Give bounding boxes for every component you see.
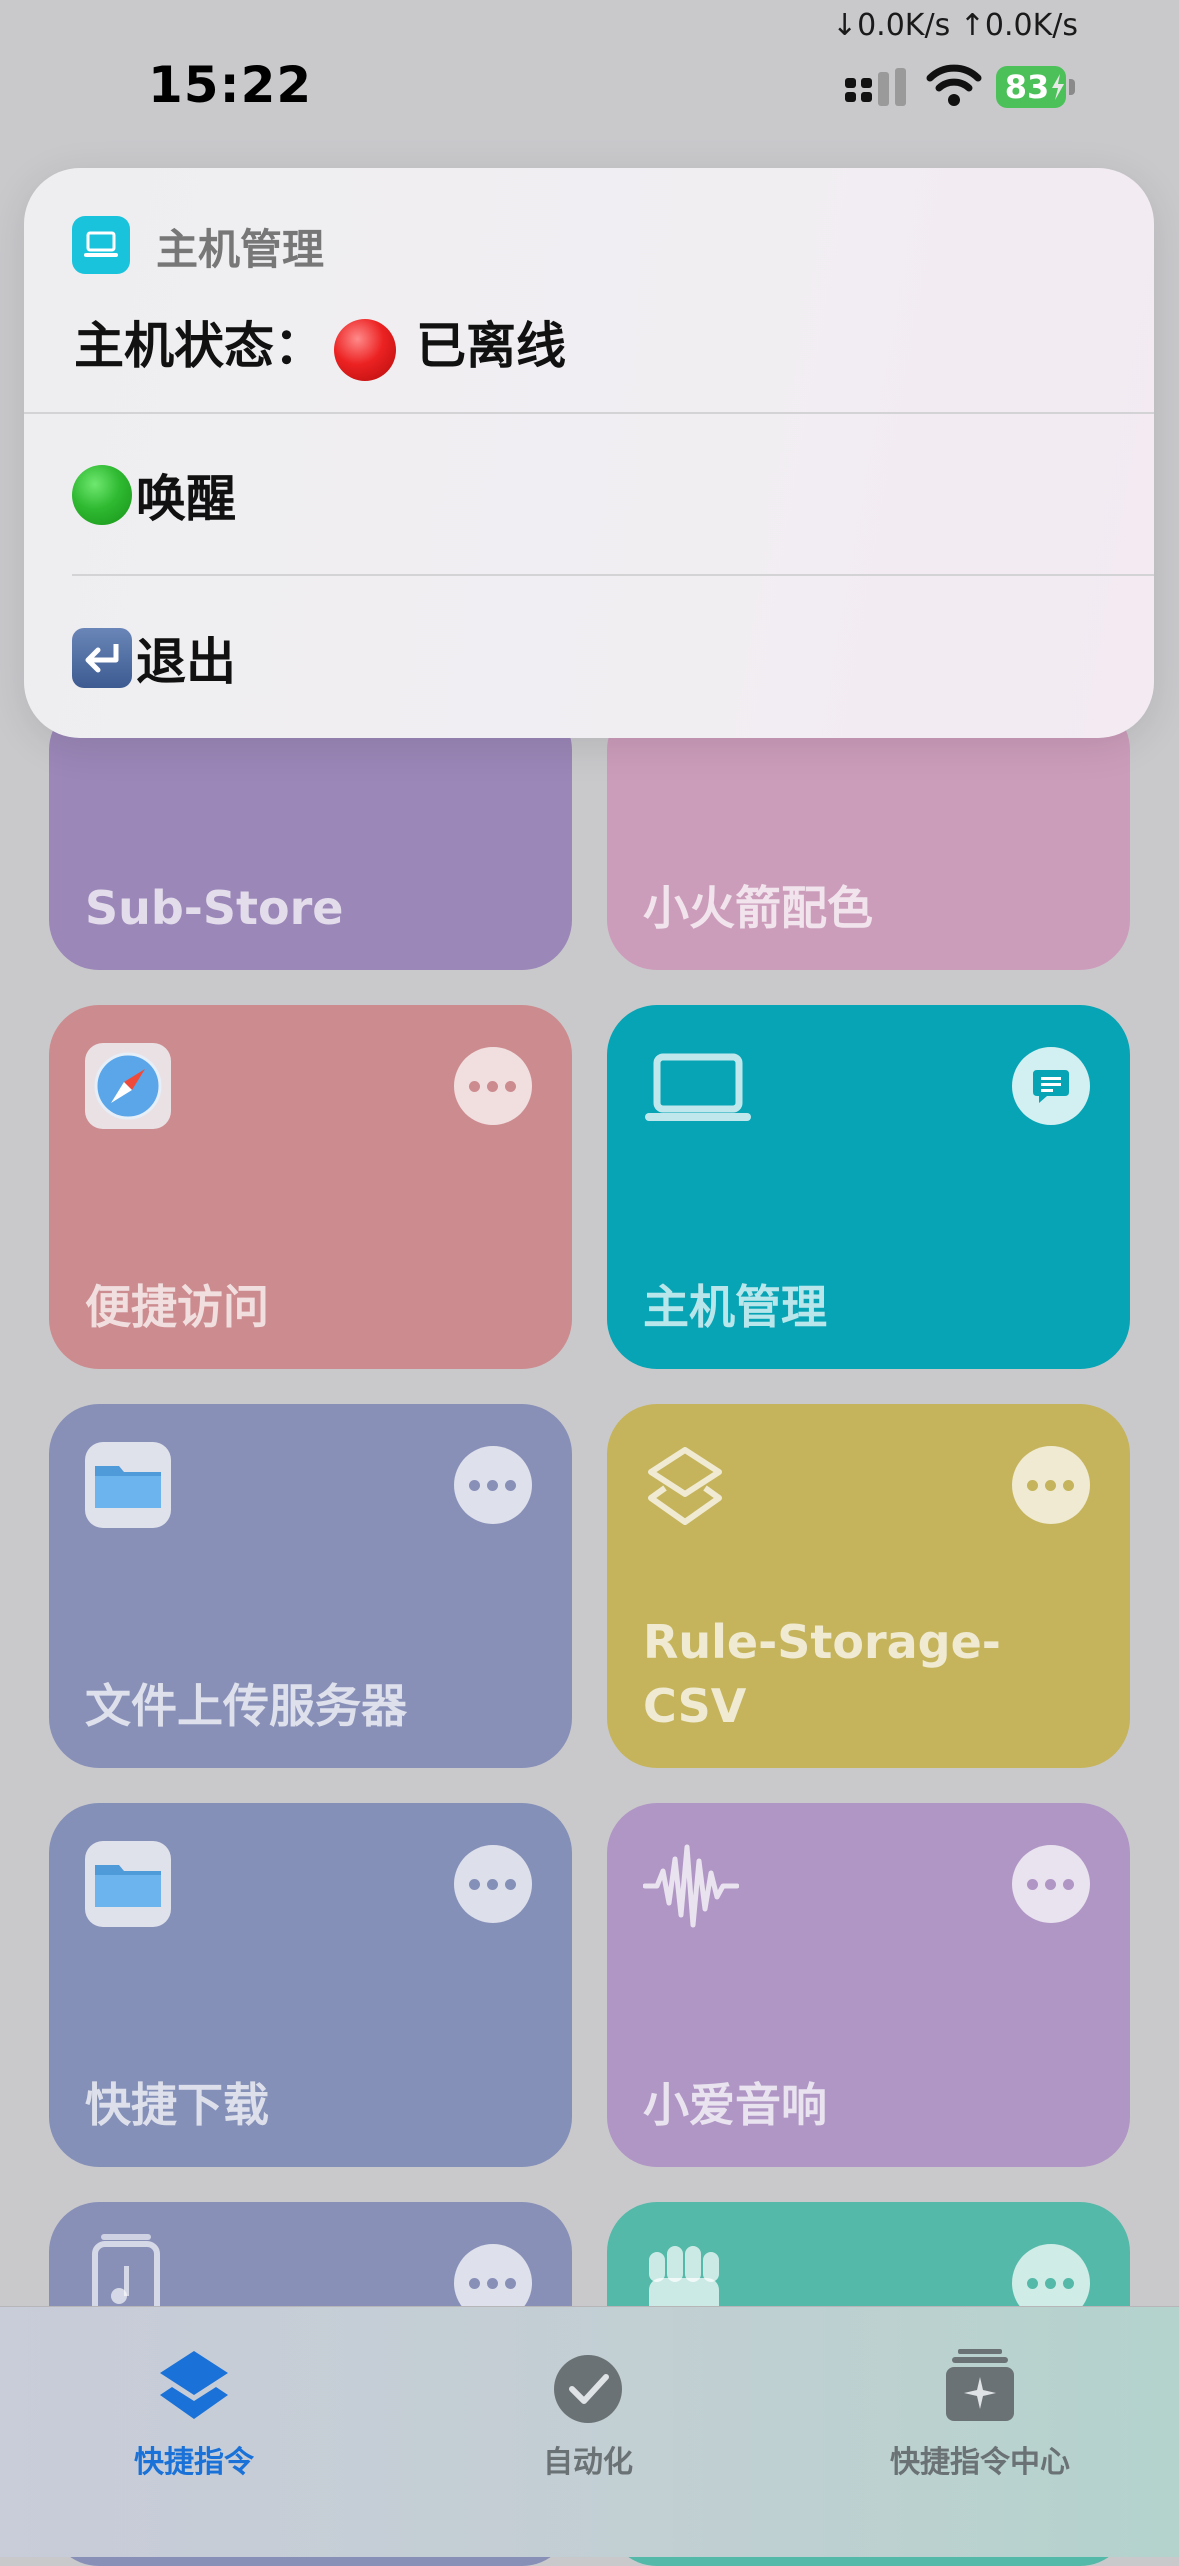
shortcut-tile-host-management[interactable]: 主机管理 [607, 1005, 1130, 1369]
host-status-value: 已离线 [416, 317, 566, 375]
shortcuts-icon [648, 1447, 722, 1525]
tile-title: Rule-Storage- CSV [643, 1615, 1001, 1733]
battery-indicator: 83 [996, 66, 1078, 108]
laptop-icon [645, 1053, 751, 1121]
more-options-button[interactable] [1012, 1446, 1090, 1524]
menu-item-wake[interactable]: 唤醒 [72, 445, 236, 545]
status-time: 15:22 [148, 56, 313, 114]
tab-bar: 快捷指令 自动化 快捷指令中心 [0, 2306, 1179, 2557]
tab-label: 自动化 [543, 2445, 633, 2480]
tile-title: 主机管理 [643, 1280, 827, 1334]
shortcut-tile-xiaoai-speaker[interactable]: 小爱音响 [607, 1803, 1130, 2167]
waveform-icon [643, 1844, 739, 1928]
green-circle-icon [72, 465, 132, 525]
speech-bubble-button[interactable] [1012, 1047, 1090, 1125]
clock-check-icon [554, 2355, 622, 2423]
laptop-icon [84, 231, 118, 257]
tile-title: 小火箭配色 [643, 881, 873, 935]
shortcut-result-popup: 主机管理 主机状态： 已离线 唤醒 退出 [24, 168, 1154, 738]
tile-title: 快捷下载 [85, 2078, 269, 2132]
safari-icon [85, 1043, 171, 1129]
folder-icon [85, 1442, 171, 1528]
return-arrow-icon [72, 628, 132, 688]
menu-item-exit[interactable]: 退出 [72, 608, 236, 708]
menu-item-label: 退出 [136, 633, 236, 691]
shortcut-tile-file-upload-server[interactable]: 文件上传服务器 [49, 1404, 572, 1768]
host-status: 主机状态： 已离线 [74, 306, 566, 381]
tile-title: 文件上传服务器 [85, 1679, 407, 1733]
cellular-signal-icon [845, 68, 906, 106]
more-options-button[interactable] [454, 1845, 532, 1923]
more-options-button[interactable] [454, 1047, 532, 1125]
folder-icon [85, 1841, 171, 1927]
tile-title: 便捷访问 [85, 1280, 269, 1334]
divider [24, 412, 1154, 414]
shortcuts-stack-icon [160, 2351, 228, 2419]
shortcut-tile-rule-storage-csv[interactable]: Rule-Storage- CSV [607, 1404, 1130, 1768]
gallery-icon [946, 2349, 1014, 2421]
network-speed: ↓0.0K/s ↑0.0K/s [831, 8, 1078, 43]
shortcut-tile-quick-access[interactable]: 便捷访问 [49, 1005, 572, 1369]
tab-label: 快捷指令中心 [890, 2445, 1070, 2480]
wifi-icon [926, 64, 982, 106]
shortcut-tile-rocket-color[interactable]: 小火箭配色 [607, 700, 1130, 970]
shortcut-tile-quick-download[interactable]: 快捷下载 [49, 1803, 572, 2167]
host-status-label: 主机状态： [74, 317, 324, 375]
more-options-button[interactable] [454, 1446, 532, 1524]
menu-item-label: 唤醒 [136, 470, 236, 528]
divider [72, 574, 1154, 576]
popup-app-name: 主机管理 [156, 225, 325, 274]
charging-bolt-icon [1052, 74, 1064, 100]
tab-label: 快捷指令 [134, 2445, 254, 2480]
speech-bubble-icon [1033, 1070, 1069, 1103]
tile-title: Sub-Store [85, 881, 344, 935]
shortcut-tile-sub-store[interactable]: Sub-Store [49, 700, 572, 970]
battery-level: 83 [1004, 68, 1050, 106]
app-icon [72, 216, 130, 274]
red-circle-icon [334, 318, 396, 381]
tile-title: 小爱音响 [643, 2078, 827, 2132]
more-options-button[interactable] [1012, 1845, 1090, 1923]
